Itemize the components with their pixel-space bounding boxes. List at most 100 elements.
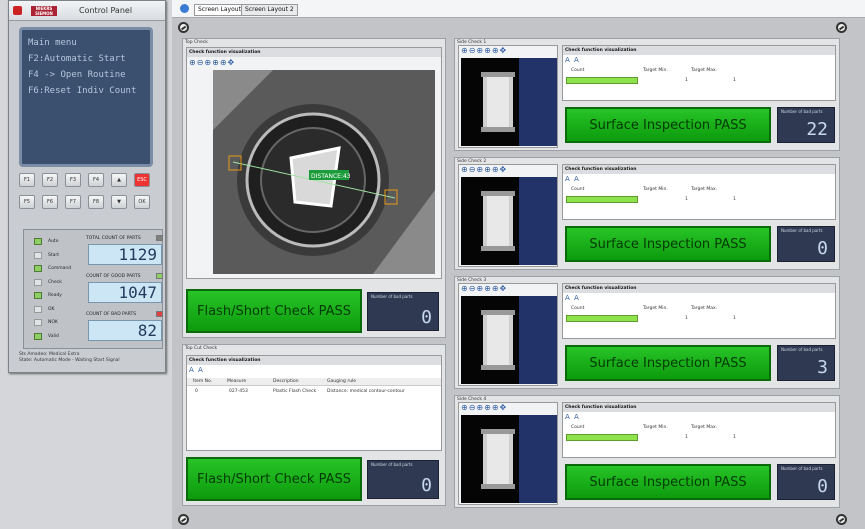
column-header: Target Max.: [691, 68, 718, 73]
bad-parts-value: 22: [806, 119, 828, 140]
zoom-toolbar[interactable]: ⊕⊖⊕⊕⊕✥: [189, 58, 235, 68]
good-count-label: COUNT OF GOOD PARTS: [86, 274, 141, 279]
column-header: Count: [571, 187, 585, 192]
side-part-image: [461, 415, 557, 503]
key-f3[interactable]: F3: [65, 173, 81, 187]
column-header: Count: [571, 306, 585, 311]
side-check-result: Surface Inspection PASS: [565, 226, 771, 262]
status-footer: Sts Amadeo: Medical Extra State: Automat…: [19, 352, 120, 364]
column-header: Target Max.: [691, 306, 718, 311]
key-f4[interactable]: F4: [88, 173, 104, 187]
control-panel-titlebar[interactable]: NIEKRS SIEMON Control Panel: [9, 1, 165, 21]
zoom-toolbar[interactable]: ⊕⊖⊕⊕⊕✥: [461, 46, 507, 56]
key-down[interactable]: ▼: [111, 195, 127, 209]
zoom-toolbar[interactable]: ⊕⊖⊕⊕⊕✥: [461, 403, 507, 413]
column-header: Count: [571, 68, 585, 73]
total-count-swatch: [156, 235, 163, 241]
status-led: [34, 238, 42, 245]
side-check-panel: Side Check 4 ⊕⊖⊕⊕⊕✥ Check function visua…: [454, 395, 840, 508]
key-f6[interactable]: F6: [42, 195, 58, 209]
vis-title: Check function visualization: [563, 403, 835, 412]
bad-count-label: COUNT OF BAD PARTS: [86, 312, 137, 317]
panel-title: Top Cut Check: [185, 346, 218, 351]
cut-check-visualization: Check function visualization A A Item No…: [186, 355, 442, 451]
side-check-bad-counter: Number of bad parts 0: [777, 464, 835, 500]
column-header: Gauging rule: [327, 379, 357, 384]
screw-icon: [836, 22, 847, 33]
side-check-result: Surface Inspection PASS: [565, 107, 771, 143]
brand-logo: NIEKRS SIEMON: [31, 6, 57, 16]
status-led: [34, 265, 42, 272]
menu-line: F2:Automatic Start: [28, 54, 126, 64]
table-row[interactable]: 0 027-453 Plastic Flash Check Distance: …: [187, 388, 441, 396]
top-cut-check-panel: Top Cut Check Check function visualizati…: [182, 344, 446, 506]
bad-parts-value: 0: [421, 475, 432, 496]
zoom-toolbar[interactable]: ⊕⊖⊕⊕⊕✥: [461, 284, 507, 294]
key-f1[interactable]: F1: [19, 173, 35, 187]
top-camera-image[interactable]: DISTANCE:43: [213, 70, 435, 274]
tab-screen-layout-2[interactable]: Screen Layout 2: [241, 4, 298, 16]
key-f7[interactable]: F7: [65, 195, 81, 209]
font-size-icon[interactable]: A A: [565, 413, 580, 423]
key-f2[interactable]: F2: [42, 173, 58, 187]
vis-title: Check function visualization: [563, 165, 835, 174]
status-led: [34, 251, 42, 259]
table-header: Item No. Measure Description Gauging rul…: [187, 378, 441, 386]
target-min: 1: [685, 316, 688, 321]
tab-bar: Screen Layout 1 Screen Layout 2: [172, 0, 865, 18]
side-part-image: [461, 58, 557, 146]
side-camera-image[interactable]: [461, 177, 557, 265]
good-count-swatch: [156, 273, 163, 279]
column-header: Description: [273, 379, 299, 384]
status-led-label: NOK: [48, 320, 58, 325]
column-header: Target Min.: [643, 306, 668, 311]
font-size-icon[interactable]: A A: [189, 366, 204, 376]
target-max: 1: [733, 435, 736, 440]
control-panel-title: Control Panel: [79, 6, 133, 15]
key-ok[interactable]: OK: [134, 195, 150, 209]
home-icon[interactable]: [180, 4, 189, 13]
bad-count-value: 82: [88, 320, 162, 341]
cell: 027-453: [229, 389, 248, 394]
key-up[interactable]: ▲: [111, 173, 127, 187]
cell: 0: [195, 389, 198, 394]
good-count-value: 1047: [88, 282, 162, 303]
side-camera-frame: ⊕⊖⊕⊕⊕✥: [458, 164, 558, 267]
column-header: Item No.: [193, 379, 213, 384]
side-check-bad-counter: Number of bad parts 3: [777, 345, 835, 381]
zoom-toolbar[interactable]: ⊕⊖⊕⊕⊕✥: [461, 165, 507, 175]
side-check-bad-counter: Number of bad parts 22: [777, 107, 835, 143]
top-check-result: Flash/Short Check PASS: [186, 289, 362, 333]
font-size-icon[interactable]: A A: [565, 175, 580, 185]
side-camera-frame: ⊕⊖⊕⊕⊕✥: [458, 45, 558, 148]
column-header: Target Min.: [643, 68, 668, 73]
side-check-result: Surface Inspection PASS: [565, 345, 771, 381]
side-check-panel: Side Check 2 ⊕⊖⊕⊕⊕✥ Check function visua…: [454, 157, 840, 270]
font-size-icon[interactable]: A A: [565, 294, 580, 304]
menu-line: Main menu: [28, 38, 77, 48]
side-check-panel: Side Check 3 ⊕⊖⊕⊕⊕✥ Check function visua…: [454, 276, 840, 389]
key-f8[interactable]: F8: [88, 195, 104, 209]
target-min: 1: [685, 78, 688, 83]
side-camera-image[interactable]: [461, 415, 557, 503]
bad-parts-label: Number of bad parts: [371, 462, 413, 467]
vis-title: Check function visualization: [187, 48, 441, 57]
bad-parts-value: 3: [817, 357, 828, 378]
side-camera-image[interactable]: [461, 296, 557, 384]
bad-parts-value: 0: [817, 476, 828, 497]
close-icon[interactable]: [13, 6, 22, 15]
font-size-icon[interactable]: A A: [565, 56, 580, 66]
count-bar: [566, 77, 638, 84]
side-camera-image[interactable]: [461, 58, 557, 146]
cell: Distance: medical contour-contour: [327, 389, 405, 394]
bad-parts-label: Number of bad parts: [781, 228, 823, 233]
menu-line: F6:Reset Indiv Count: [28, 86, 137, 96]
side-part-image: [461, 296, 557, 384]
measure-tag: DISTANCE:43: [311, 173, 351, 180]
bad-parts-value: 0: [421, 307, 432, 328]
side-check-visualization: Check function visualization A A Count T…: [562, 283, 836, 339]
key-esc[interactable]: ESC: [134, 173, 150, 187]
side-check-visualization: Check function visualization A A Count T…: [562, 402, 836, 458]
status-led: [34, 332, 42, 340]
key-f5[interactable]: F5: [19, 195, 35, 209]
